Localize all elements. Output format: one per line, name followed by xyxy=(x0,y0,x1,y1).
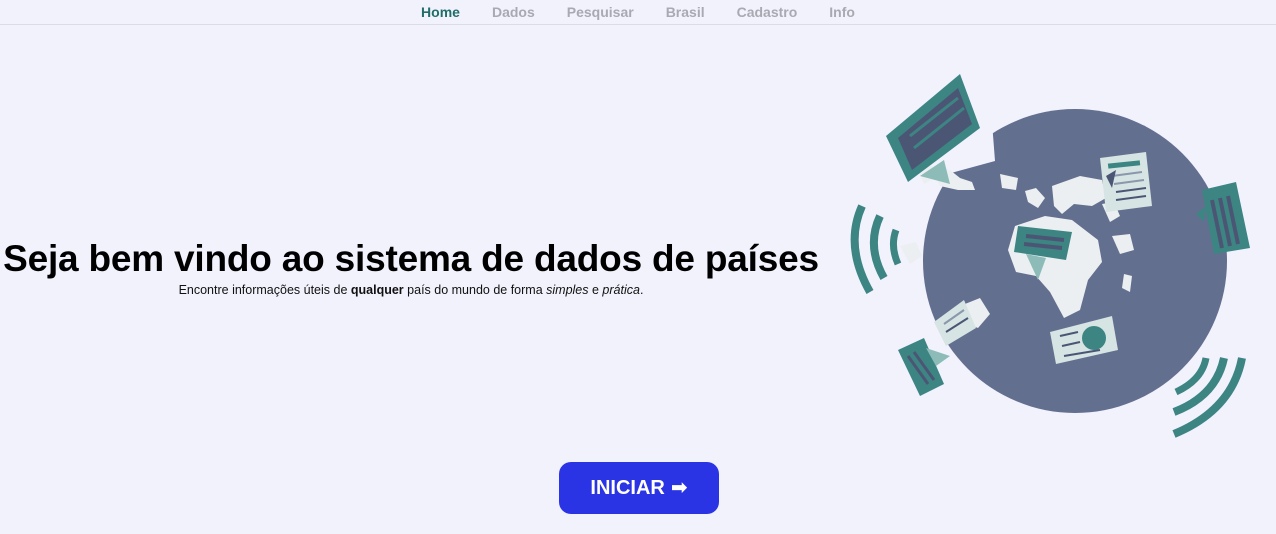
nav-item-pesquisar[interactable]: Pesquisar xyxy=(567,0,634,24)
nav-item-home[interactable]: Home xyxy=(421,0,460,24)
subtitle-text-3: e xyxy=(588,283,603,297)
newspaper-top-right xyxy=(1100,152,1152,212)
subtitle-text-2: país do mundo de forma xyxy=(403,283,547,297)
start-button[interactable]: INICIAR ➡ xyxy=(559,462,719,514)
arrow-right-icon: ➡ xyxy=(670,477,688,499)
subtitle-italic-2: prática xyxy=(602,283,640,297)
hero-title: Seja bem vindo ao sistema de dados de pa… xyxy=(3,238,819,279)
hero-subtitle: Encontre informações úteis de qualquer p… xyxy=(0,282,822,298)
subtitle-italic-1: simples xyxy=(546,283,589,297)
subtitle-text-4: . xyxy=(639,283,644,297)
signal-waves-right xyxy=(1172,357,1246,438)
subtitle-bold: qualquer xyxy=(350,283,404,297)
nav-item-info[interactable]: Info xyxy=(829,0,855,24)
signal-waves-left xyxy=(850,204,902,294)
subtitle-text-1: Encontre informações úteis de xyxy=(178,283,351,297)
start-button-label: INICIAR xyxy=(590,476,665,499)
globe-news-illustration xyxy=(850,74,1250,438)
nav-item-brasil[interactable]: Brasil xyxy=(666,0,705,24)
nav-item-dados[interactable]: Dados xyxy=(492,0,535,24)
top-navigation: Home Dados Pesquisar Brasil Cadastro Inf… xyxy=(0,0,1276,25)
nav-item-cadastro[interactable]: Cadastro xyxy=(737,0,798,24)
